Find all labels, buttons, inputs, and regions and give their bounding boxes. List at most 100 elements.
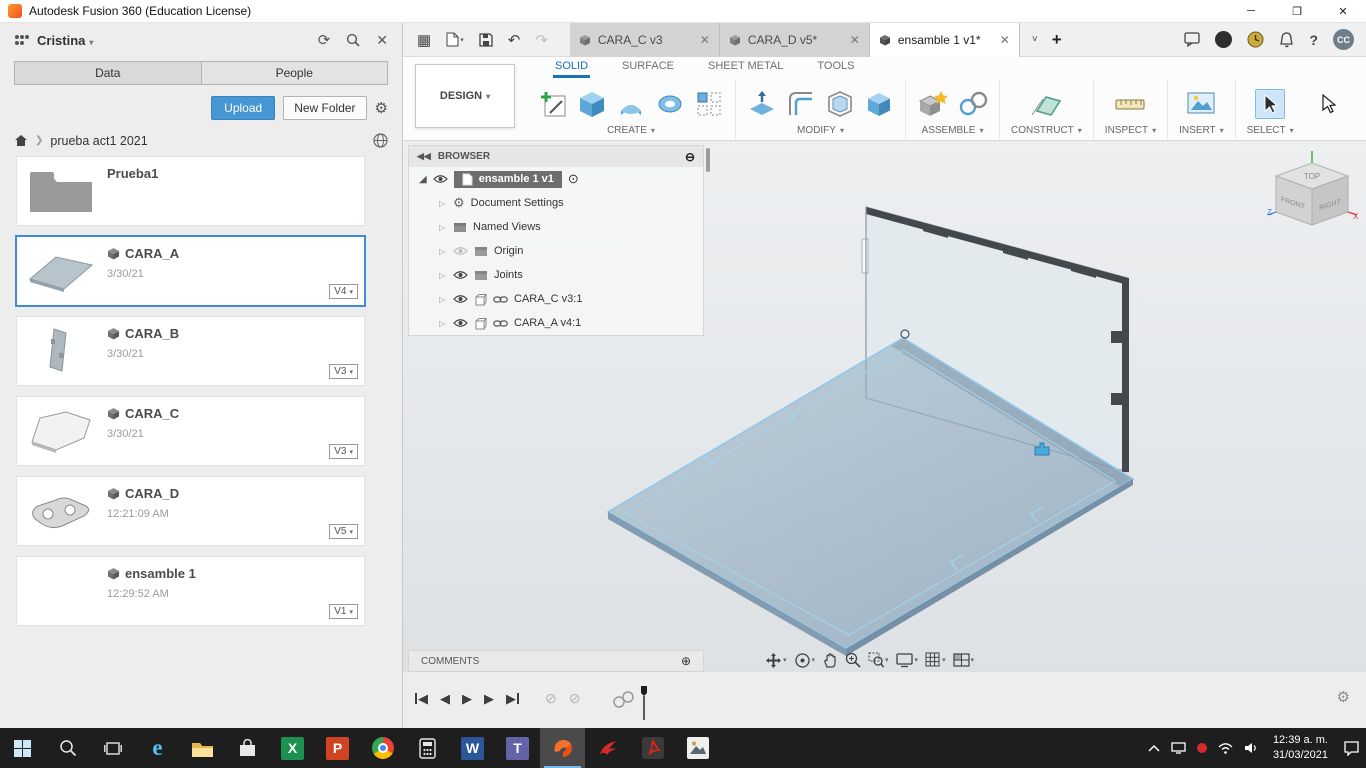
group-label-modify[interactable]: MODIFY <box>797 125 844 136</box>
browser-minimize-icon[interactable]: ⊖ <box>685 150 695 164</box>
model-joint-origin[interactable] <box>901 330 909 338</box>
collapse-browser-icon[interactable]: ◀◀ <box>417 151 431 162</box>
taskbar-word-icon[interactable]: W <box>450 728 495 768</box>
visibility-eye-off-icon[interactable] <box>453 246 468 256</box>
visibility-eye-icon[interactable] <box>453 270 468 280</box>
expand-icon[interactable]: ▷ <box>439 319 447 328</box>
taskbar-chrome-icon[interactable] <box>360 728 405 768</box>
viewport[interactable]: TOP FRONT RIGHT Z X ◀◀ BROWSER ⊖ ◢ ensam… <box>403 141 1366 672</box>
group-label-create[interactable]: CREATE <box>607 125 655 136</box>
group-label-select[interactable]: SELECT <box>1247 125 1294 136</box>
doc-tab-cara-c[interactable]: CARA_C v3 ✕ <box>570 23 720 57</box>
home-icon[interactable] <box>14 134 28 147</box>
tab-surface[interactable]: SURFACE <box>620 57 676 78</box>
pan-icon[interactable]: ▾ <box>765 652 787 669</box>
notifications-bell-icon[interactable] <box>1279 32 1294 48</box>
activate-component-icon[interactable]: ⊙ <box>568 171 579 187</box>
file-card-cara-a[interactable]: CARA_A 3/30/21 V4 <box>16 236 365 306</box>
comment-icon[interactable] <box>1184 32 1200 47</box>
visibility-eye-icon[interactable] <box>433 174 448 184</box>
expand-icon[interactable]: ▷ <box>439 271 447 280</box>
tree-row-cara-a[interactable]: ▷ CARA_A v4:1 <box>409 311 703 335</box>
insert-canvas-icon[interactable] <box>1186 90 1216 118</box>
undo-icon[interactable]: ↶ <box>508 31 521 49</box>
file-card-cara-c[interactable]: CARA_C 3/30/21 V3 <box>16 396 365 466</box>
tree-row-document-settings[interactable]: ▷ ⚙ Document Settings <box>409 191 703 215</box>
display-settings-icon[interactable]: ▾ <box>896 652 919 668</box>
viewports-icon[interactable]: ▾ <box>953 653 975 668</box>
group-label-inspect[interactable]: INSPECT <box>1105 125 1156 136</box>
action-center-icon[interactable] <box>1343 741 1360 756</box>
construct-plane-icon[interactable] <box>1029 89 1063 119</box>
close-button[interactable]: ✕ <box>1320 0 1366 23</box>
taskbar-store-icon[interactable] <box>225 728 270 768</box>
timeline-skip-start-button[interactable]: ◀ <box>415 691 428 707</box>
visibility-eye-icon[interactable] <box>453 294 468 304</box>
shell-icon[interactable] <box>825 89 855 119</box>
pan-hand-icon[interactable] <box>822 652 838 669</box>
data-panel-toggle-icon[interactable]: ▦ <box>417 31 431 49</box>
taskbar-teams-icon[interactable]: T <box>495 728 540 768</box>
minimize-button[interactable]: ─ <box>1228 0 1274 23</box>
version-badge[interactable]: V3 <box>329 364 358 379</box>
root-selected-pill[interactable]: ensamble 1 v1 <box>454 171 562 188</box>
tray-volume-icon[interactable] <box>1244 742 1258 754</box>
press-pull-icon[interactable] <box>747 89 777 119</box>
tab-tools[interactable]: TOOLS <box>815 57 856 78</box>
account-avatar[interactable]: CC <box>1333 29 1354 50</box>
view-cube[interactable]: TOP FRONT RIGHT Z X <box>1262 149 1362 244</box>
tab-data[interactable]: Data <box>14 61 202 85</box>
tab-solid[interactable]: SOLID <box>553 57 590 78</box>
extensions-icon[interactable] <box>1215 31 1232 48</box>
timeline-play-button[interactable]: ▶ <box>462 691 472 707</box>
workspace-selector[interactable]: DESIGN <box>415 64 515 128</box>
save-icon[interactable] <box>479 33 493 47</box>
tray-network-icon[interactable] <box>1218 742 1233 754</box>
revolve-icon[interactable] <box>655 89 685 119</box>
hub-selector[interactable]: Cristina <box>37 33 93 48</box>
file-card-cara-b[interactable]: CARA_B 3/30/21 V3 <box>16 316 365 386</box>
expand-icon[interactable]: ▷ <box>439 223 447 232</box>
timeline-step-forward-button[interactable]: ▶ <box>484 691 494 707</box>
new-document-icon[interactable]: + <box>1052 30 1062 50</box>
tree-row-joints[interactable]: ▷ Joints <box>409 263 703 287</box>
expand-icon[interactable]: ▷ <box>439 247 447 256</box>
file-card-cara-d[interactable]: CARA_D 12:21:09 AM V5 <box>16 476 365 546</box>
close-tab-icon[interactable]: ✕ <box>850 33 860 47</box>
timeline-skip-end-button[interactable]: ▶ <box>506 691 519 707</box>
maximize-button[interactable]: ❐ <box>1274 0 1320 23</box>
fillet-icon[interactable] <box>786 89 816 119</box>
zoom-icon[interactable] <box>845 652 861 668</box>
new-folder-button[interactable]: New Folder <box>283 96 366 120</box>
tree-row-named-views[interactable]: ▷ Named Views <box>409 215 703 239</box>
zoom-window-icon[interactable]: ▾ <box>868 652 889 668</box>
taskbar-powerpoint-icon[interactable]: P <box>315 728 360 768</box>
breadcrumb[interactable]: prueba act1 2021 <box>50 134 147 148</box>
taskbar-file-explorer-icon[interactable] <box>180 728 225 768</box>
hidden-icons-chevron[interactable] <box>1148 744 1160 752</box>
tab-people[interactable]: People <box>202 61 389 85</box>
taskbar-search-button[interactable] <box>45 728 90 768</box>
help-icon[interactable]: ? <box>1309 32 1318 48</box>
timeline-settings-gear-icon[interactable]: ⚙ <box>1337 688 1350 706</box>
task-view-button[interactable] <box>90 728 135 768</box>
tab-sheet-metal[interactable]: SHEET METAL <box>706 57 785 78</box>
visibility-eye-icon[interactable] <box>453 318 468 328</box>
taskbar-clock[interactable]: 12:39 a. m. 31/03/2021 <box>1269 733 1332 763</box>
expand-icon[interactable]: ▷ <box>439 295 447 304</box>
create-sketch-icon[interactable] <box>538 89 568 119</box>
tab-list-chevron-icon[interactable]: ˅ <box>1032 34 1038 45</box>
close-tab-icon[interactable]: ✕ <box>700 33 710 47</box>
taskbar-acrobat-icon[interactable] <box>630 728 675 768</box>
browser-scrollbar[interactable] <box>706 148 710 172</box>
upload-button[interactable]: Upload <box>211 96 275 120</box>
doc-tab-ensamble-1[interactable]: ensamble 1 v1* ✕ <box>870 23 1020 57</box>
new-component-icon[interactable] <box>917 89 949 119</box>
globe-icon[interactable] <box>373 133 388 148</box>
file-menu-icon[interactable]: ▾ <box>446 32 464 47</box>
group-label-insert[interactable]: INSERT <box>1179 125 1224 136</box>
add-comment-icon[interactable]: ⊕ <box>681 654 691 668</box>
tray-security-icon[interactable] <box>1197 743 1207 753</box>
select-tool-active-box[interactable] <box>1255 89 1285 119</box>
grid-snap-icon[interactable]: ▾ <box>925 652 946 668</box>
